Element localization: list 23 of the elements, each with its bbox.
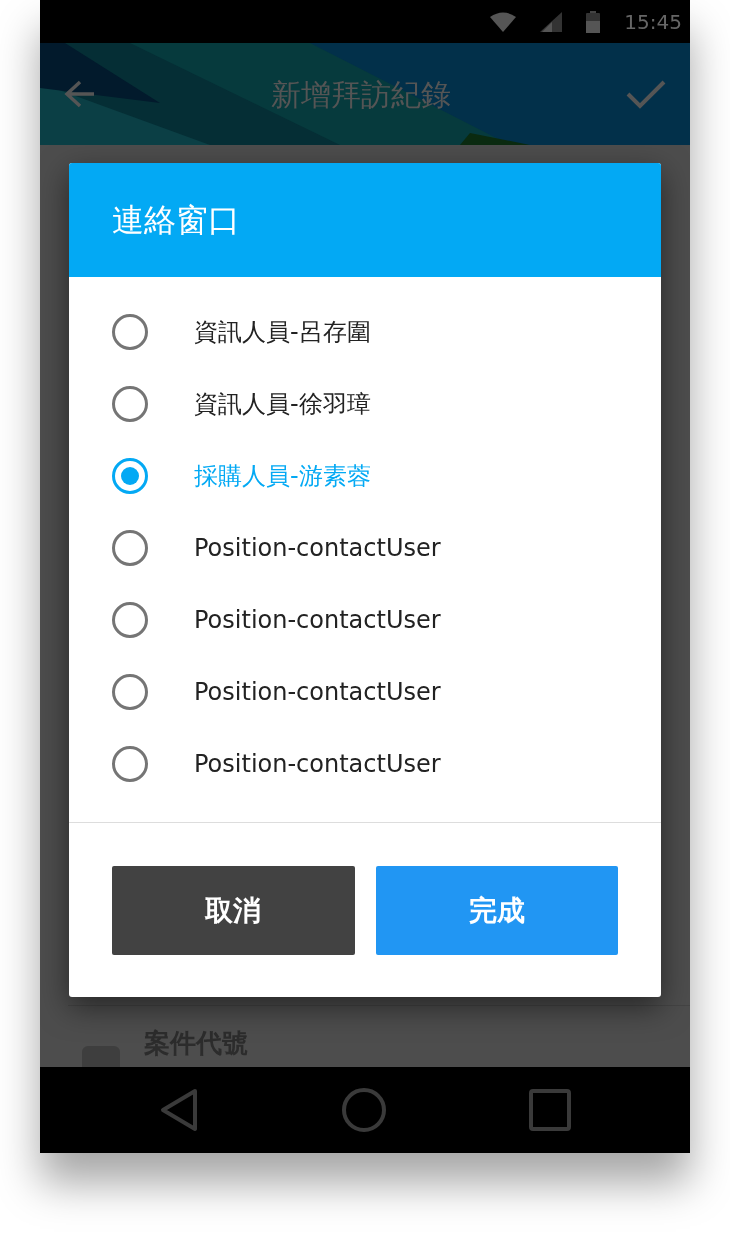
option-label[interactable]: 資訊人員-徐羽璋 [194, 386, 371, 422]
radio-button[interactable] [112, 746, 148, 782]
option-label[interactable]: Position-contactUser [194, 674, 441, 710]
radio-button[interactable] [112, 314, 148, 350]
back-arrow-icon[interactable] [64, 80, 96, 108]
cancel-button[interactable]: 取消 [112, 866, 355, 955]
signal-icon [540, 11, 563, 32]
field-icon [82, 1046, 120, 1067]
wifi-icon [490, 11, 517, 32]
option-label[interactable]: Position-contactUser [194, 602, 441, 638]
radio-button[interactable] [112, 602, 148, 638]
radio-button[interactable] [112, 674, 148, 710]
radio-button[interactable] [112, 530, 148, 566]
radio-button[interactable] [112, 386, 148, 422]
checkmark-icon[interactable] [626, 79, 666, 109]
screen-title: 新增拜訪紀錄 [271, 75, 451, 114]
clock-time: 15:45 [624, 8, 682, 36]
dialog-title: 連絡窗口 [69, 163, 661, 277]
radio-button[interactable] [112, 458, 148, 494]
option-label[interactable]: Position-contactUser [194, 746, 441, 782]
option-label[interactable]: Position-contactUser [194, 530, 441, 566]
option-label[interactable]: 資訊人員-呂存圍 [194, 314, 371, 350]
battery-icon [586, 10, 601, 33]
